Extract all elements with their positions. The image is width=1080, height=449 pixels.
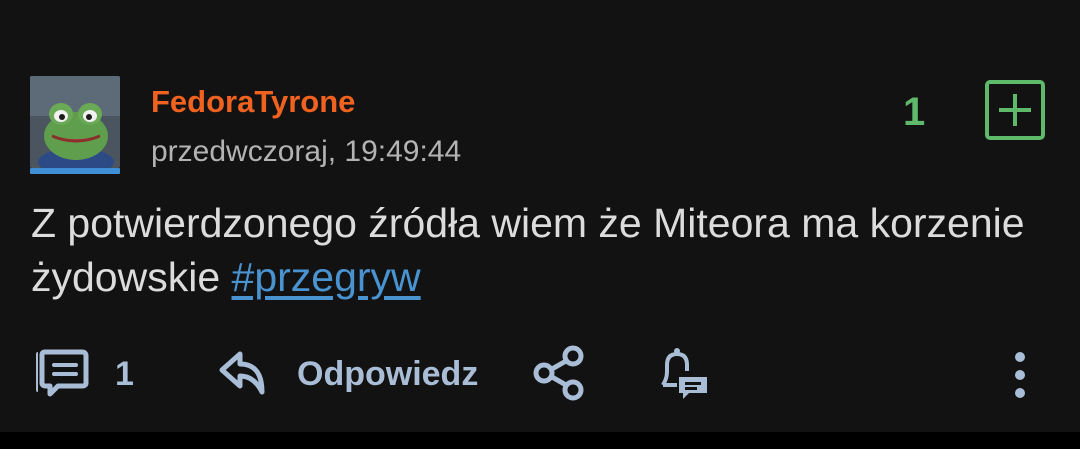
more-vertical-icon bbox=[1015, 352, 1025, 398]
comments-button[interactable] bbox=[32, 340, 90, 406]
hashtag-link[interactable]: #przegryw bbox=[232, 254, 421, 300]
author-name[interactable]: FedoraTyrone bbox=[151, 84, 355, 120]
more-options-button[interactable] bbox=[1010, 340, 1030, 406]
bell-comment-icon bbox=[661, 348, 707, 399]
share-button[interactable] bbox=[531, 340, 587, 406]
notify-button[interactable] bbox=[655, 340, 711, 406]
reply-button[interactable] bbox=[216, 340, 270, 406]
post-body: Z potwierdzonego źródła wiem że Miteora … bbox=[31, 196, 1041, 304]
post-body-text: Z potwierdzonego źródła wiem że Miteora … bbox=[31, 200, 1025, 300]
reply-arrow-icon bbox=[219, 351, 265, 395]
action-bar: 1 Odpowiedz bbox=[0, 340, 1080, 406]
avatar-frog-image bbox=[30, 76, 120, 168]
avatar[interactable] bbox=[30, 76, 120, 168]
vote-count: 1 bbox=[903, 90, 926, 134]
entry-card: FedoraTyrone przedwczoraj, 19:49:44 1 Z … bbox=[0, 0, 1080, 432]
reply-label[interactable]: Odpowiedz bbox=[297, 355, 478, 394]
comments-icon bbox=[36, 349, 89, 397]
comments-count[interactable]: 1 bbox=[115, 355, 134, 394]
plus-square-icon[interactable] bbox=[985, 80, 1045, 140]
post-timestamp[interactable]: przedwczoraj, 19:49:44 bbox=[151, 134, 461, 170]
avatar-status-bar bbox=[30, 168, 120, 174]
share-icon bbox=[533, 345, 584, 401]
